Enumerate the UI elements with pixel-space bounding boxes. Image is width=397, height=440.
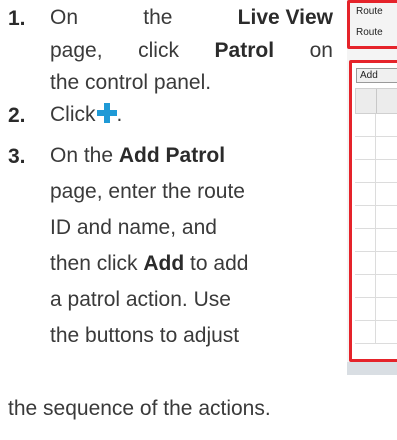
step-3-number: 3. xyxy=(8,145,26,168)
patrol-action-table xyxy=(355,114,397,344)
plus-icon xyxy=(96,103,117,123)
step-3-line-7: the sequence of the actions. xyxy=(8,397,271,420)
step-3-line-1: On the Add Patrol xyxy=(50,144,226,167)
step-1-line-1: On the Live View xyxy=(50,4,333,32)
step-3-line-5: a patrol action. Use xyxy=(50,288,231,311)
table-header xyxy=(355,88,397,114)
step-1-number: 1. xyxy=(8,7,26,30)
route-id-label: Route xyxy=(356,6,383,17)
table-row xyxy=(355,252,397,275)
footer-band xyxy=(347,362,397,375)
step-3-line-2: page, enter the route xyxy=(50,180,245,203)
table-row xyxy=(355,160,397,183)
table-row xyxy=(355,183,397,206)
live-view-term: Live View xyxy=(237,6,333,29)
step-3-line-4: then click Add to add xyxy=(50,252,249,275)
route-name-label: Route xyxy=(356,27,383,38)
add-button[interactable]: Add xyxy=(356,68,397,83)
patrol-term: Patrol xyxy=(214,39,275,62)
table-row xyxy=(355,229,397,252)
add-patrol-screenshot: Route Route Add xyxy=(347,0,397,375)
table-row xyxy=(355,114,397,137)
step-3-line-3: ID and name, and xyxy=(50,216,217,239)
step-2-line: Click. xyxy=(50,103,123,126)
step-2-number: 2. xyxy=(8,104,26,127)
add-patrol-term: Add Patrol xyxy=(118,144,226,167)
add-term: Add xyxy=(143,252,185,275)
step-3-line-6: the buttons to adjust xyxy=(50,324,240,347)
table-row xyxy=(355,206,397,229)
patrol-actions-highlight: Add xyxy=(349,60,397,362)
step-1-line-2: page, click Patrol on xyxy=(50,37,333,65)
step-1-line-3: the control panel. xyxy=(50,71,212,94)
table-row xyxy=(355,321,397,344)
table-row xyxy=(355,298,397,321)
table-row xyxy=(355,275,397,298)
table-row xyxy=(355,137,397,160)
document-page: 1. On the Live View page, click Patrol o… xyxy=(0,0,397,440)
